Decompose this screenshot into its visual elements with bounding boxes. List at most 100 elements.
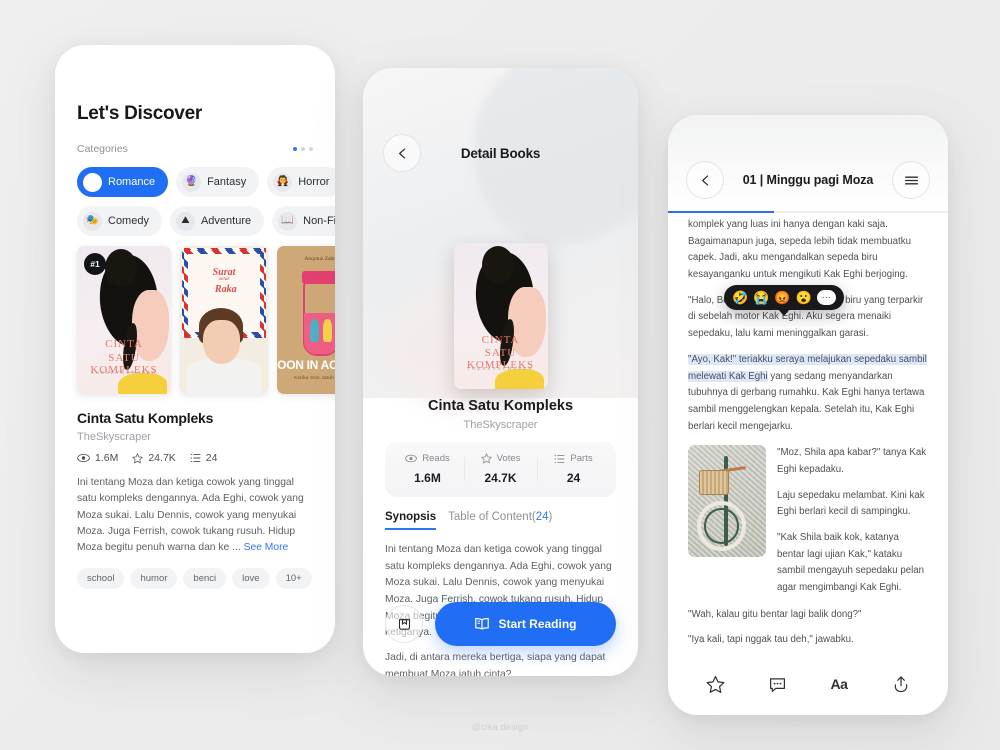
tag-item[interactable]: humor — [130, 568, 178, 590]
discover-scroll[interactable]: Let's Discover Categories ❤ Romance 🔮 Fa… — [55, 103, 335, 653]
chip-label: Horror — [298, 176, 330, 188]
start-reading-button[interactable]: Start Reading — [435, 602, 616, 646]
basket-shape — [698, 469, 729, 495]
cover-artwork: Surat untuk Raka — [180, 246, 268, 394]
cover-title-line1: CINTA — [105, 337, 143, 350]
stat-parts: 24 — [190, 452, 217, 464]
bicycle-image[interactable] — [688, 445, 766, 558]
pager-dots[interactable] — [293, 147, 313, 151]
cover-title-bottom: Raka — [214, 284, 237, 296]
tab-table-of-content[interactable]: Table of Content(24) — [448, 511, 552, 530]
crying-emoji-icon[interactable]: 😭 — [753, 291, 769, 304]
tag-item[interactable]: 10+ — [275, 568, 312, 590]
chip-label: Romance — [108, 176, 156, 188]
chip-label: Comedy — [108, 215, 149, 227]
reader-paragraph-highlighted[interactable]: "Ayo, Kak!" teriakku seraya melajukan se… — [688, 352, 928, 435]
category-chips-row-1: ❤ Romance 🔮 Fantasy 🧛 Horror — [77, 167, 335, 197]
list-icon — [554, 454, 565, 464]
font-size-button[interactable]: Aa — [820, 665, 858, 703]
book-cover-large[interactable]: CINTA SATU KOMPLEKS THESKYSCRAPER — [453, 243, 548, 389]
stat-value: 1.6M — [414, 471, 441, 485]
category-chips: ❤ Romance 🔮 Fantasy 🧛 Horror 🎭 Comedy ⛰ … — [77, 167, 335, 236]
detail-header: Detail Books — [363, 130, 638, 176]
watermark: @cika.design — [471, 722, 529, 732]
chip-comedy[interactable]: 🎭 Comedy — [77, 206, 162, 236]
reader-paragraph: "Wah, kalau gitu bentar lagi balik dong?… — [688, 608, 862, 620]
back-button[interactable] — [686, 161, 724, 199]
ellipsis-bubble-icon[interactable]: ⋯ — [816, 290, 836, 305]
see-more-link[interactable]: See More — [244, 542, 289, 553]
surprised-emoji-icon[interactable]: 😮 — [796, 291, 812, 304]
reader-paragraph: "Iya kali, tapi nggak tau deh," jawabku. — [688, 634, 854, 646]
book-title: Cinta Satu Kompleks — [427, 398, 574, 414]
screenshot-canvas: Let's Discover Categories ❤ Romance 🔮 Fa… — [0, 0, 1000, 750]
stat-label: Votes — [496, 453, 521, 464]
stat-parts: Parts 24 — [537, 453, 610, 485]
stat-header: Votes — [464, 453, 537, 464]
share-button[interactable] — [882, 665, 920, 703]
figure-text-column: "Moz, Shila apa kabar?" tanya Kak Eghi k… — [777, 445, 928, 597]
book-title: Cinta Satu Kompleks — [77, 410, 214, 426]
shirt-shape — [118, 373, 168, 394]
cover-card-cinta-satu-kompleks[interactable]: #1 CINTA SATU KOMPLEKS THESKYSCRAPER — [77, 246, 171, 394]
pager-dot-3[interactable] — [309, 147, 313, 151]
chip-adventure[interactable]: ⛰ Adventure — [169, 206, 265, 236]
menu-button[interactable] — [892, 161, 930, 199]
tab-synopsis[interactable]: Synopsis — [385, 511, 437, 530]
cover-author: Anqotuz Zahra — [304, 256, 335, 263]
face-shape — [508, 286, 546, 357]
detail-action-bar: Start Reading — [385, 602, 616, 646]
chip-romance[interactable]: ❤ Romance — [77, 167, 169, 197]
hamburger-menu-icon — [904, 174, 919, 187]
stat-value: 24.7K — [484, 471, 517, 485]
synopsis-paragraph: Jadi, di antara mereka bertiga, siapa ya… — [385, 652, 606, 676]
kid-shape-1 — [309, 318, 320, 343]
book-cover-carousel[interactable]: #1 CINTA SATU KOMPLEKS THESKYSCRAPER Sur… — [77, 246, 335, 394]
bookmark-button[interactable] — [385, 605, 423, 643]
book-author: TheSkyscraper — [463, 419, 538, 431]
angry-emoji-icon[interactable]: 😡 — [774, 291, 790, 304]
tag-item[interactable]: school — [77, 568, 125, 590]
comment-icon — [768, 675, 787, 694]
chapter-title: 01 | Minggu pagi Moza — [742, 173, 874, 187]
chip-nonfiction[interactable]: 📖 Non-Fic — [272, 206, 335, 236]
reader-text-block: komplek yang luas ini hanya dengan kaki … — [688, 217, 928, 435]
chevron-left-icon — [699, 174, 712, 187]
eye-icon — [77, 453, 90, 463]
vote-button[interactable] — [696, 665, 734, 703]
reader-tail-block: "Wah, kalau gitu bentar lagi balik dong?… — [688, 607, 928, 653]
stat-value: 1.6M — [95, 452, 119, 464]
chip-label: Adventure — [200, 215, 252, 227]
emoji-reaction-popup[interactable]: 🤣 😭 😡 😮 ⋯ — [724, 285, 844, 310]
category-chips-row-2: 🎭 Comedy ⛰ Adventure 📖 Non-Fic — [77, 206, 335, 236]
reader-content[interactable]: komplek yang luas ini hanya dengan kaki … — [668, 213, 948, 653]
cover-card-oon-in-action[interactable]: Anqotuz Zahra OON IN ACTION Ketika Oon J… — [277, 246, 335, 394]
comment-button[interactable] — [758, 665, 796, 703]
pager-dot-1[interactable] — [293, 147, 297, 151]
cover-artwork: CINTA SATU KOMPLEKS THESKYSCRAPER — [453, 243, 548, 389]
face-shape — [202, 320, 240, 365]
pager-dot-2[interactable] — [301, 147, 305, 151]
reader-paragraph: "Moz, Shila apa kabar?" tanya Kak Eghi k… — [777, 447, 927, 475]
book-author: TheSkyscraper — [77, 431, 151, 443]
laughing-emoji-icon[interactable]: 🤣 — [732, 291, 748, 304]
stat-label: Reads — [422, 453, 450, 464]
star-icon — [706, 675, 725, 694]
chip-fantasy[interactable]: 🔮 Fantasy — [176, 167, 260, 197]
categories-label: Categories — [77, 143, 128, 155]
cover-title-line1: CINTA — [481, 333, 520, 346]
cover-subtitle: Ketika Oon Jatuh Cinta — [294, 374, 335, 380]
chip-horror[interactable]: 🧛 Horror — [267, 167, 335, 197]
cover-card-surat-untuk-raka[interactable]: Surat untuk Raka — [180, 246, 268, 394]
back-button[interactable] — [383, 134, 421, 172]
stat-header: Reads — [391, 453, 464, 464]
chevron-left-icon — [396, 147, 409, 160]
tag-item[interactable]: love — [232, 568, 270, 590]
bottom-navigation-bar — [55, 645, 335, 653]
star-icon — [480, 453, 492, 464]
tag-item[interactable]: benci — [183, 568, 227, 590]
eye-icon — [405, 454, 418, 463]
heart-icon: ❤ — [83, 172, 102, 192]
reading-progress-bar[interactable] — [668, 210, 948, 213]
reader-toolbar: Aa — [668, 653, 948, 715]
